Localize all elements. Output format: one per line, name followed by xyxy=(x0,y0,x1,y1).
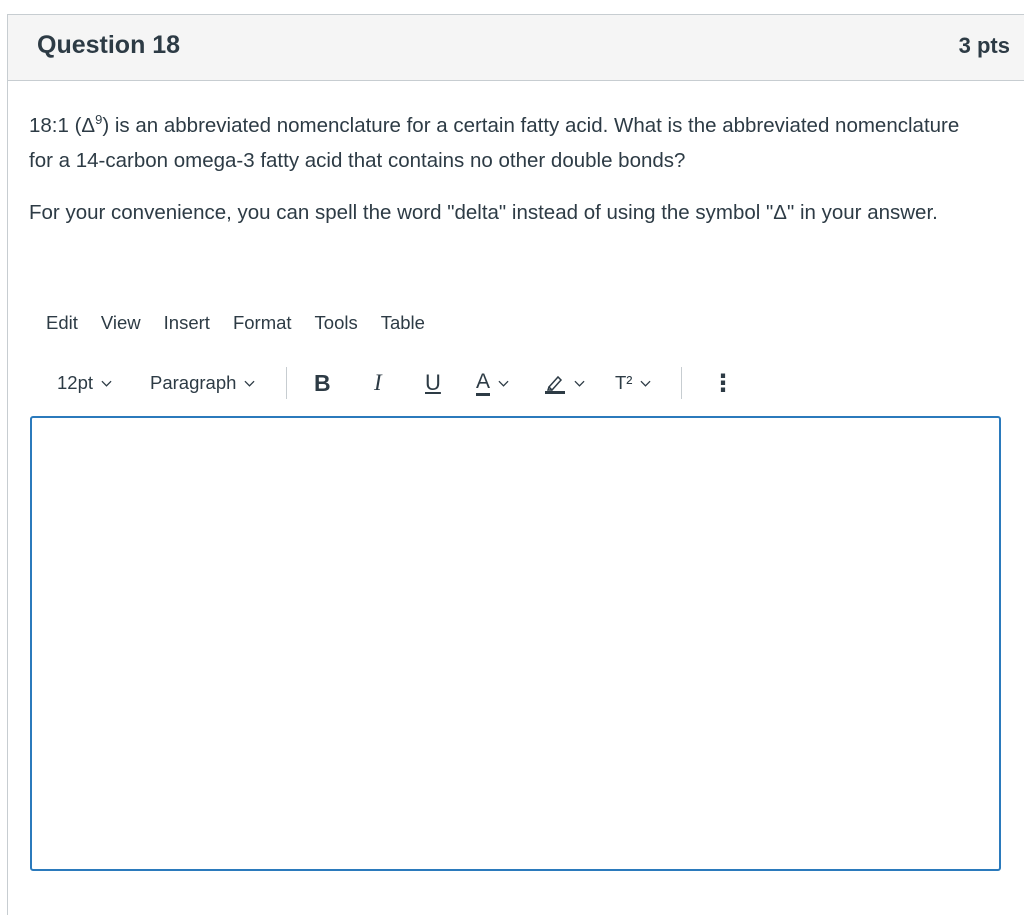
chevron-down-icon xyxy=(101,380,112,387)
menu-view[interactable]: View xyxy=(101,312,141,334)
menu-table[interactable]: Table xyxy=(381,312,425,334)
italic-icon: I xyxy=(374,370,382,395)
font-size-value: 12pt xyxy=(57,372,94,393)
menu-insert[interactable]: Insert xyxy=(164,312,210,334)
question-header: Question 18 3 pts xyxy=(8,15,1024,81)
superscript-button[interactable]: T² xyxy=(615,364,652,402)
bold-button[interactable]: B xyxy=(314,364,331,402)
more-vertical-icon: ⋮ xyxy=(711,369,735,397)
menu-tools[interactable]: Tools xyxy=(315,312,358,334)
question-p1-start: 18:1 (Δ xyxy=(29,114,96,137)
answer-editor[interactable] xyxy=(30,416,1001,871)
question-paragraph-1: 18:1 (Δ9) is an abbreviated nomenclature… xyxy=(29,108,979,178)
more-options-button[interactable]: ⋮ xyxy=(711,364,735,402)
editor-menubar: Edit View Insert Format Tools Table xyxy=(46,312,448,334)
text-color-icon: A xyxy=(476,370,491,396)
highlighter-icon xyxy=(545,375,565,394)
menu-format[interactable]: Format xyxy=(233,312,292,334)
question-p1-rest: ) is an abbreviated nomenclature for a c… xyxy=(29,114,960,172)
underline-icon: U xyxy=(425,370,441,395)
toolbar-divider xyxy=(286,367,287,399)
italic-button[interactable]: I xyxy=(374,364,382,402)
block-format-select[interactable]: Paragraph xyxy=(150,364,255,402)
chevron-down-icon xyxy=(574,380,585,387)
editor-toolbar: 12pt Paragraph B I U A T² ⋮ xyxy=(49,364,749,402)
highlight-color-button[interactable] xyxy=(544,364,585,402)
answer-editor-content[interactable] xyxy=(32,418,999,442)
question-text: 18:1 (Δ9) is an abbreviated nomenclature… xyxy=(29,108,979,247)
chevron-down-icon xyxy=(498,380,509,387)
question-title: Question 18 xyxy=(37,31,181,59)
text-color-button[interactable]: A xyxy=(476,364,509,402)
bold-icon: B xyxy=(314,369,331,396)
chevron-down-icon xyxy=(640,380,652,387)
question-paragraph-2: For your convenience, you can spell the … xyxy=(29,201,938,224)
chevron-down-icon xyxy=(244,380,255,387)
underline-button[interactable]: U xyxy=(425,364,441,402)
question-points: 3 pts xyxy=(958,33,1010,58)
font-size-select[interactable]: 12pt xyxy=(57,364,112,402)
block-format-value: Paragraph xyxy=(150,372,237,393)
superscript-icon: T² xyxy=(615,372,633,393)
menu-edit[interactable]: Edit xyxy=(46,312,78,334)
toolbar-divider xyxy=(681,367,682,399)
